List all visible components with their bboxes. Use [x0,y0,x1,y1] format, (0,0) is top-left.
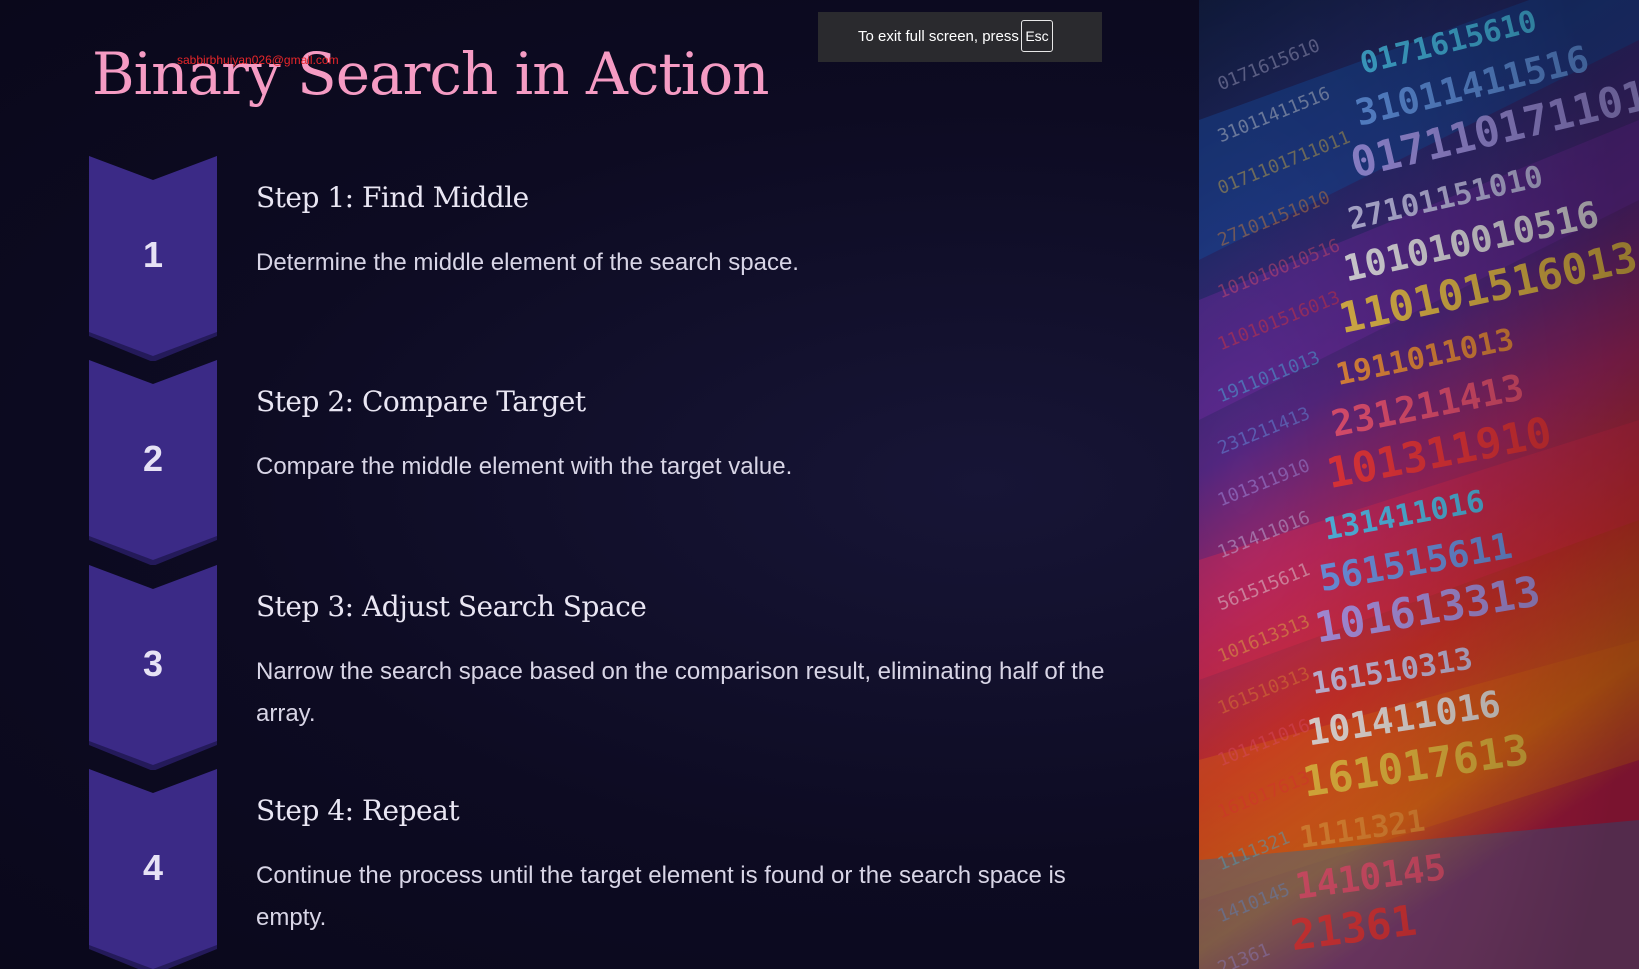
step-item: 4 Step 4: Repeat Continue the process unti… [0,769,1199,969]
step-title: Step 1: Find Middle [256,181,529,214]
presentation-slide: Binary Search in Action sabbirbhuiyan026… [0,0,1199,969]
step-description: Compare the middle element with the targ… [256,453,793,480]
step-description: Determine the middle element of the sear… [256,249,799,276]
step-number: 3 [142,643,164,684]
step-description: Continue the process until the target el… [256,862,1066,931]
binary-code-matrix-image: 0171615610017161561031011411516310114115… [1199,0,1639,969]
exit-fullscreen-toast: To exit full screen, press Esc [818,12,1102,62]
step-title: Step 2: Compare Target [256,385,586,418]
exit-fullscreen-message: To exit full screen, press [858,28,1019,45]
binary-code-image: 0171615610017161561031011411516310114115… [1199,0,1639,969]
step-title: Step 3: Adjust Search Space [256,590,647,623]
step-number-badge: 4 [89,769,217,969]
step-item: 1 Step 1: Find Middle Determine the middle… [0,156,1199,361]
step-number-badge: 2 [89,360,217,565]
step-title: Step 4: Repeat [256,794,460,827]
step-number: 2 [142,438,164,479]
step-number: 4 [142,847,164,888]
step-number-badge: 3 [89,565,217,770]
fullscreen-slide-view: Binary Search in Action sabbirbhuiyan026… [0,0,1639,969]
step-number-badge: 1 [89,156,217,361]
step-item: 2 Step 2: Compare Target Compare the middl… [0,360,1199,565]
esc-key-indicator: Esc [1021,20,1053,52]
step-description: Narrow the search space based on the com… [256,658,1105,727]
step-number: 1 [142,234,164,275]
steps-list: 1 Step 1: Find Middle Determine the middle… [0,0,1199,969]
step-item: 3 Step 3: Adjust Search Space Narrow the s… [0,565,1199,770]
